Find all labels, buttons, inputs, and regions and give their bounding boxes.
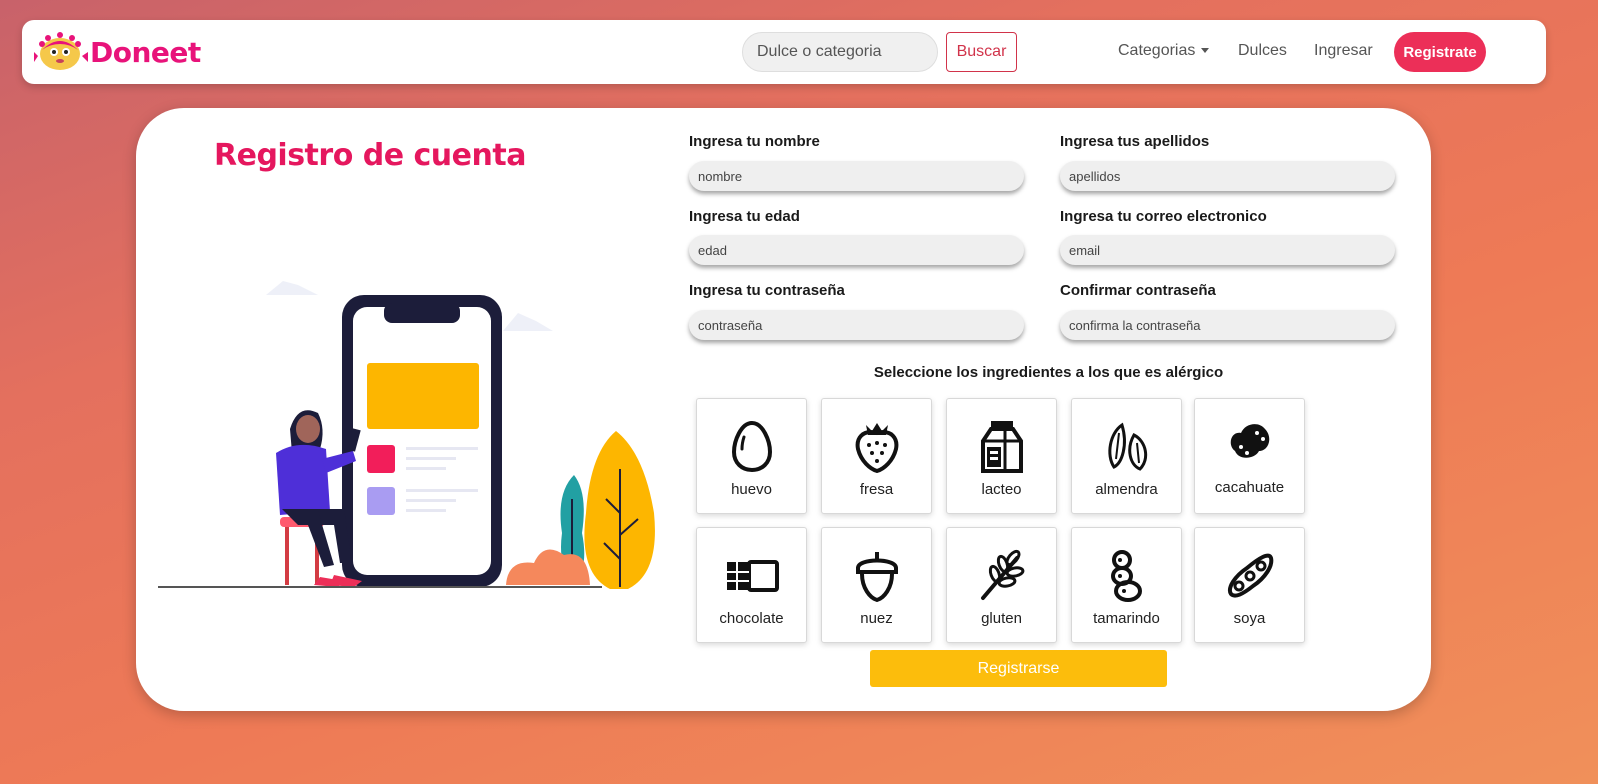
nav-register-button[interactable]: Registrate: [1394, 32, 1486, 72]
soybean-pod-icon: [1228, 553, 1274, 598]
ingredient-label: soya: [1233, 610, 1266, 627]
wheat-icon: [981, 549, 1025, 600]
egg-icon: [731, 420, 773, 473]
ingredient-label: almendra: [1095, 481, 1158, 498]
password-label: Ingresa tu contraseña: [689, 282, 845, 299]
ingredient-label: lacteo: [981, 481, 1022, 498]
chocolate-bar-icon: [727, 560, 779, 592]
signup-illustration: [158, 281, 655, 589]
confirm-password-input[interactable]: [1060, 310, 1395, 340]
email-input[interactable]: [1060, 235, 1395, 265]
search-button[interactable]: Buscar: [946, 32, 1017, 72]
nav-categorias-dropdown[interactable]: Categorias: [1118, 42, 1210, 60]
ingredient-label: nuez: [860, 610, 893, 627]
ingredient-nuez[interactable]: nuez: [821, 527, 932, 643]
allergy-section-title: Seleccione los ingredientes a los que es…: [873, 364, 1224, 381]
nav-dulces-link[interactable]: Dulces: [1238, 42, 1287, 60]
submit-register-button[interactable]: Registrarse: [870, 650, 1167, 687]
search-input[interactable]: [742, 32, 938, 72]
tamarind-icon: [1111, 550, 1142, 602]
page-title: Registro de cuenta: [214, 138, 526, 173]
acorn-icon: [856, 552, 898, 602]
nombre-label: Ingresa tu nombre: [689, 133, 820, 150]
ingredient-label: huevo: [731, 481, 772, 498]
ingredient-label: cacahuate: [1214, 479, 1285, 496]
password-input[interactable]: [689, 310, 1024, 340]
brand-name: Doneet: [90, 35, 201, 69]
ingredient-lacteo[interactable]: lacteo: [946, 398, 1057, 514]
email-label: Ingresa tu correo electronico: [1060, 208, 1267, 225]
nav-ingresar-link[interactable]: Ingresar: [1314, 42, 1373, 60]
brand[interactable]: Doneet: [34, 30, 201, 74]
apellidos-input[interactable]: [1060, 161, 1395, 191]
milk-carton-icon: [981, 421, 1023, 473]
ingredient-cacahuate[interactable]: cacahuate: [1194, 398, 1305, 514]
ingredient-gluten[interactable]: gluten: [946, 527, 1057, 643]
ingredient-label: fresa: [859, 481, 894, 498]
confirm-password-label: Confirmar contraseña: [1060, 282, 1216, 299]
peanut-icon: [1230, 424, 1270, 458]
pufferfish-logo-icon: [34, 32, 88, 70]
ingredient-chocolate[interactable]: chocolate: [696, 527, 807, 643]
ingredient-fresa[interactable]: fresa: [821, 398, 932, 514]
ingredient-huevo[interactable]: huevo: [696, 398, 807, 514]
strawberry-icon: [855, 423, 899, 473]
ingredient-label: gluten: [981, 610, 1022, 627]
top-navbar: Doneet Buscar Categorias Dulces Ingresar…: [22, 20, 1546, 84]
nombre-input[interactable]: [689, 161, 1024, 191]
ingredient-tamarindo[interactable]: tamarindo: [1071, 527, 1182, 643]
edad-input[interactable]: [689, 235, 1024, 265]
almond-icon: [1108, 422, 1148, 471]
ingredient-almendra[interactable]: almendra: [1071, 398, 1182, 514]
ingredient-label: tamarindo: [1093, 610, 1160, 627]
ingredient-soya[interactable]: soya: [1194, 527, 1305, 643]
registration-card: Registro de cuenta Ingresa tu nombre nom…: [136, 108, 1431, 711]
ingredient-label: chocolate: [719, 610, 784, 627]
caret-down-icon: [1201, 48, 1210, 54]
nav-categorias-label: Categorias: [1118, 42, 1196, 59]
apellidos-label: Ingresa tus apellidos: [1060, 133, 1210, 150]
edad-label: Ingresa tu edad: [689, 208, 800, 225]
